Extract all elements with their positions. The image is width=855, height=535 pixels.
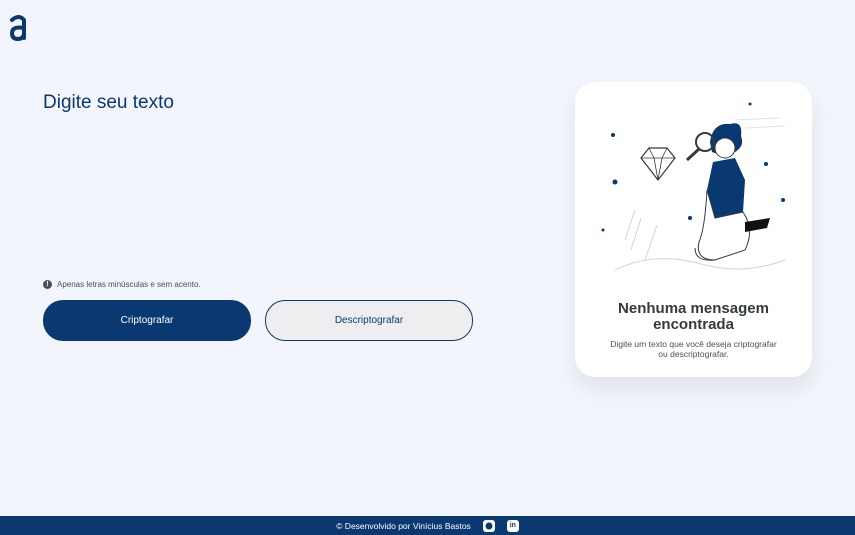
brand-logo[interactable] xyxy=(8,14,30,42)
encrypt-button[interactable]: Criptografar xyxy=(43,300,251,341)
github-icon[interactable] xyxy=(482,519,495,532)
decrypt-button[interactable]: Descriptografar xyxy=(265,300,473,341)
empty-state-text: Digite um texto que você deseja criptogr… xyxy=(610,339,777,359)
input-hint: ! Apenas letras minúsculas e sem acento. xyxy=(43,280,201,289)
linkedin-icon[interactable]: in xyxy=(506,519,519,532)
hint-text: Apenas letras minúsculas e sem acento. xyxy=(57,280,201,289)
info-icon: ! xyxy=(43,280,52,289)
footer-text: © Desenvolvido por Vinícius Bastos xyxy=(336,520,471,531)
message-input[interactable] xyxy=(43,92,483,262)
decrypt-button-label: Descriptografar xyxy=(334,315,404,326)
footer: © Desenvolvido por Vinícius Bastos in xyxy=(0,516,855,535)
output-card: Nenhuma mensagem encontrada Digite um te… xyxy=(575,82,812,377)
empty-state-illustration xyxy=(601,102,786,271)
empty-state-title: Nenhuma mensagem encontrada xyxy=(618,300,769,333)
encrypt-button-label: Criptografar xyxy=(120,315,174,326)
